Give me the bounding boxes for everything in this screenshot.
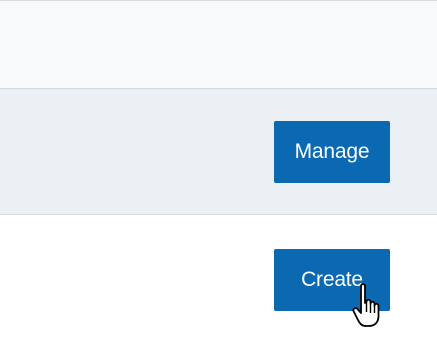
create-button[interactable]: Create bbox=[274, 249, 390, 311]
table-row-top bbox=[0, 0, 437, 88]
manage-button[interactable]: Manage bbox=[274, 121, 390, 183]
